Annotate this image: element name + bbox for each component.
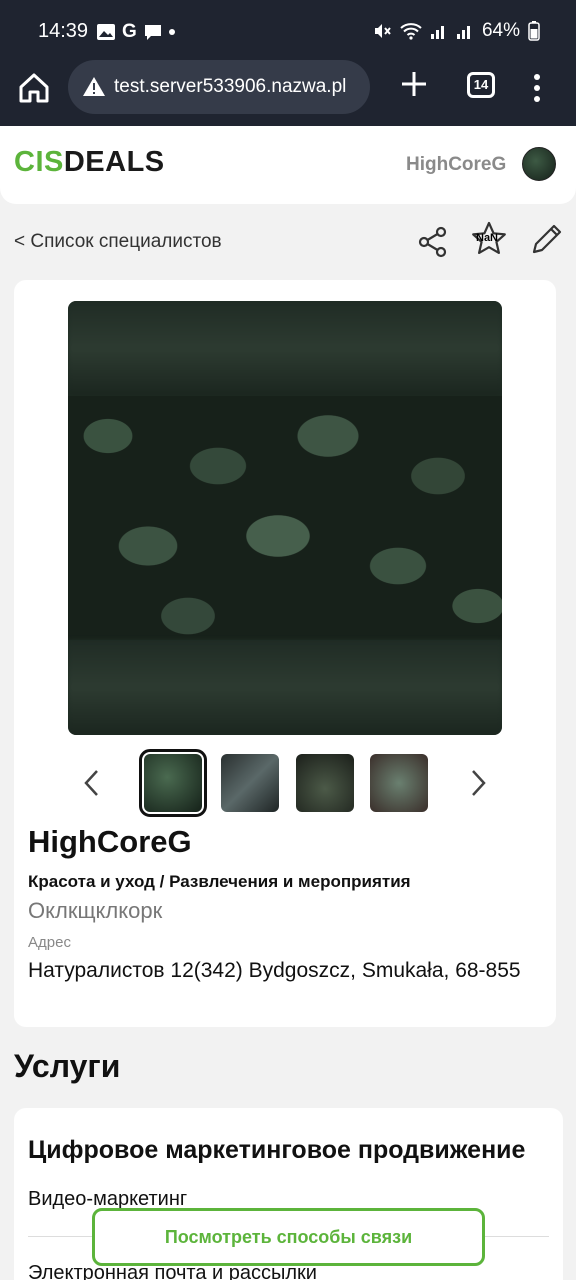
thumbnail-4[interactable] [370, 754, 428, 812]
address-label: Адрес [28, 934, 71, 951]
warning-icon[interactable] [82, 75, 106, 99]
gallery-icon [97, 24, 115, 40]
signal-icon [430, 26, 444, 39]
home-icon[interactable] [16, 70, 52, 106]
tab-switcher[interactable]: 14 [467, 72, 495, 98]
rating-text: NaN [476, 232, 499, 244]
specialist-name: HighCoreG [28, 824, 192, 859]
edit-icon[interactable] [530, 222, 564, 256]
address-value: Натуралистов 12(342) Bydgoszcz, Smukała,… [28, 959, 521, 982]
more-notifications-icon [168, 29, 175, 35]
google-icon: G [122, 21, 137, 42]
thumbnail-2[interactable] [221, 754, 279, 812]
battery-icon [528, 21, 540, 41]
site-header: CISDEALS HighCoreG [0, 126, 576, 204]
new-tab-icon[interactable] [398, 68, 430, 100]
logo-part-dark: DEALS [63, 146, 165, 178]
header-username[interactable]: HighCoreG [406, 154, 506, 176]
view-contacts-button[interactable]: Посмотреть способы связи [92, 1208, 485, 1266]
thumbnail-3[interactable] [296, 754, 354, 812]
battery-percent: 64% [481, 20, 520, 41]
browser-toolbar: test.server533906.nazwa.pl 14 [0, 60, 576, 126]
logo-part-green: CIS [14, 146, 64, 178]
main-photo[interactable] [68, 301, 502, 735]
notification-icons: G [96, 21, 175, 43]
url-bar[interactable]: test.server533906.nazwa.pl [68, 60, 370, 114]
service-group-title: Цифровое маркетинговое продвижение [28, 1136, 526, 1164]
specialist-categories: Красота и уход / Развлечения и мероприят… [28, 872, 411, 891]
specialist-description: Оклкщклкорк [28, 898, 163, 923]
logo[interactable]: CISDEALS [14, 146, 165, 179]
favorite-button[interactable]: NaN [470, 220, 508, 258]
signal2-icon [456, 26, 470, 39]
chevron-left-icon[interactable] [80, 768, 104, 798]
wifi-icon [400, 23, 422, 40]
chevron-right-icon[interactable] [466, 768, 490, 798]
status-time: 14:39 [38, 20, 89, 42]
status-bar: 14:39 G 64% [0, 0, 576, 60]
share-icon[interactable] [418, 226, 448, 258]
photo-image [68, 396, 502, 640]
url-text: test.server533906.nazwa.pl [114, 76, 347, 97]
back-to-list-link[interactable]: < Список специалистов [14, 231, 222, 253]
chat-icon [144, 25, 161, 40]
menu-icon[interactable] [528, 70, 546, 106]
profile-card: HighCoreG Красота и уход / Развлечения и… [14, 280, 556, 1027]
services-title: Услуги [14, 1048, 121, 1084]
mute-icon [374, 24, 391, 38]
avatar[interactable] [522, 147, 556, 181]
thumbnail-1[interactable] [139, 749, 207, 817]
